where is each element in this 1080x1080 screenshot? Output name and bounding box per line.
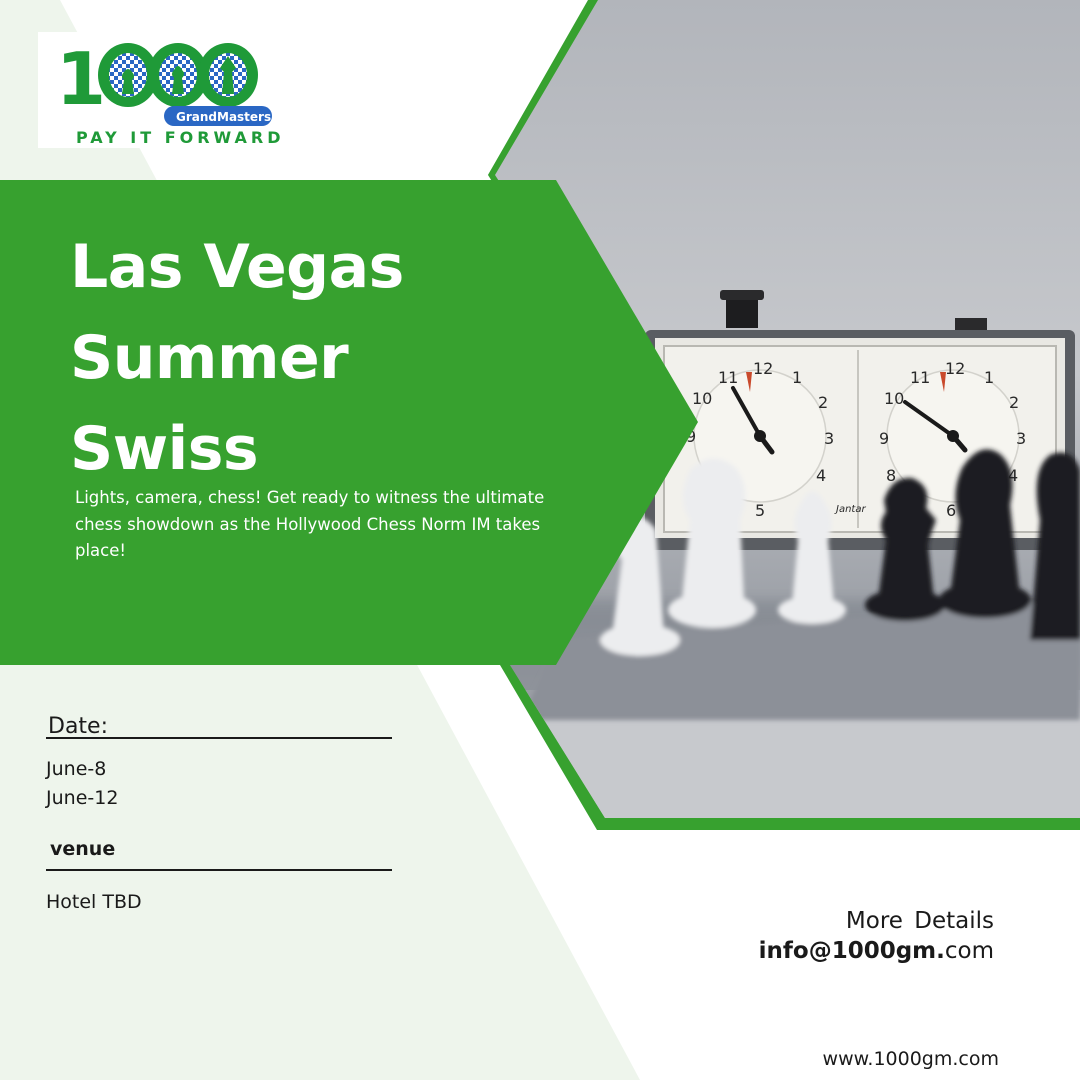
logo-rings (98, 43, 258, 107)
date-end: June-12 (46, 787, 119, 809)
logo-slogan: PAY IT FORWARD (76, 128, 284, 147)
date-start: June-8 (46, 758, 107, 780)
contact-email-tld: com (944, 938, 994, 964)
date-divider (46, 737, 392, 739)
logo: 1 GrandMasters PAY IT FORWARD (38, 32, 285, 148)
contact-email[interactable]: info@1000gm.com (759, 938, 994, 964)
venue-value: Hotel TBD (46, 891, 142, 913)
website-link[interactable]: www.1000gm.com (823, 1048, 999, 1070)
event-title: Las Vegas Summer Swiss (70, 222, 550, 495)
event-description: Lights, camera, chess! Get ready to witn… (75, 488, 545, 560)
event-title-line-2: Summer (70, 323, 349, 393)
date-label: Date: (48, 714, 108, 739)
contact-email-user: info@1000gm. (758, 938, 945, 964)
event-title-line-3: Swiss (70, 414, 259, 484)
logo-tag: GrandMasters (176, 110, 271, 124)
venue-label: venue (50, 838, 116, 860)
logo-mark: 1 GrandMasters PAY IT FORWARD (56, 37, 284, 147)
venue-divider (46, 869, 392, 871)
more-details-label: More Details (845, 908, 994, 934)
event-title-line-1: Las Vegas (70, 232, 404, 302)
